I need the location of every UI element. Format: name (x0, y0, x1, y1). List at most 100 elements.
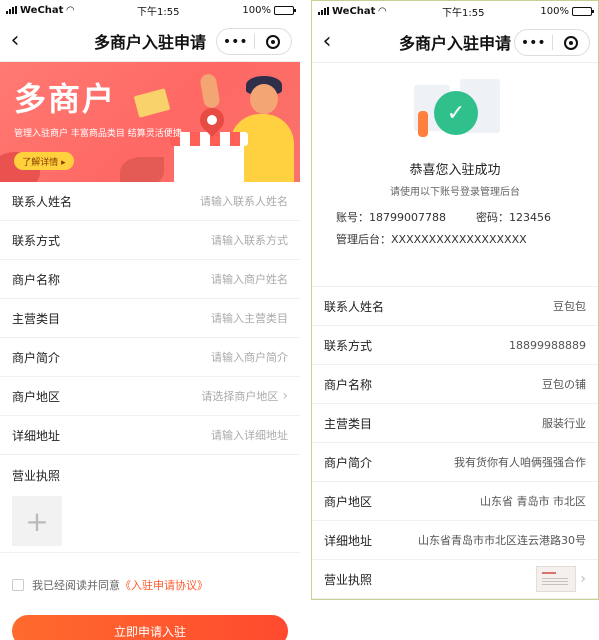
status-bar: WeChat ◠ 下午1:55 100% (0, 0, 300, 20)
carrier-name: WeChat (332, 5, 376, 17)
chevron-right-icon: › (580, 571, 586, 587)
intro-input[interactable]: 请输入商户简介 (211, 349, 288, 365)
nav-bar: ‹ 多商户入驻申请 ••• (0, 20, 300, 62)
info-label: 商户名称 (324, 377, 373, 392)
field-label: 详细地址 (12, 428, 61, 443)
success-check-icon: ✓ (434, 91, 478, 135)
license-thumbnail[interactable] (536, 566, 577, 592)
form-row-category[interactable]: 主营类目 请输入主营类目 (0, 299, 300, 338)
application-form-screen: WeChat ◠ 下午1:55 100% ‹ 多商户入驻申请 ••• 多商户 管… (0, 0, 300, 640)
wifi-icon: ◠ (378, 5, 387, 17)
field-label: 联系人姓名 (12, 194, 73, 209)
status-time: 下午1:55 (137, 6, 180, 18)
account-text: 账号：18799007788 (336, 211, 446, 224)
carrier: WeChat ◠ (318, 6, 386, 17)
success-title: 恭喜您入驻成功 (409, 163, 501, 178)
field-label: 商户名称 (12, 272, 61, 287)
field-label: 营业执照 (12, 469, 61, 483)
more-menu-button[interactable]: ••• (515, 35, 552, 51)
success-screen: WeChat ◠ 下午1:55 100% ‹ 多商户入驻申请 ••• ✓ 恭喜您… (311, 0, 599, 600)
banner-title: 多商户 (14, 80, 117, 118)
agree-checkbox[interactable] (12, 579, 24, 591)
info-row: 商户简介 我有货你有人咱俩强强合作 (312, 443, 598, 482)
success-panel: ✓ 恭喜您入驻成功 请使用以下账号登录管理后台 账号：18799007788 密… (312, 63, 598, 287)
field-label: 主营类目 (12, 311, 61, 326)
learn-more-button[interactable]: 了解详情 ▸ (14, 152, 74, 170)
admin-url-text: 管理后台：XXXXXXXXXXXXXXXXXX (336, 233, 527, 246)
form-row-region[interactable]: 商户地区 请选择商户地区 › (0, 377, 300, 416)
mini-program-capsule: ••• (514, 29, 590, 56)
back-icon[interactable]: ‹ (0, 20, 30, 62)
battery-icon (572, 6, 594, 16)
license-upload-section: 营业执照 + (0, 455, 300, 553)
chevron-right-icon: › (282, 388, 288, 404)
promo-banner: 多商户 管理入驻商户 丰富商品类目 结算灵活便捷 了解详情 ▸ (0, 62, 300, 182)
close-mini-program-icon[interactable] (255, 34, 292, 50)
field-label: 商户地区 (12, 389, 61, 404)
carrier: WeChat ◠ (6, 5, 74, 16)
category-input[interactable]: 请输入主营类目 (211, 310, 288, 326)
status-time: 下午1:55 (442, 7, 485, 19)
info-label: 商户地区 (324, 494, 373, 509)
nav-bar: ‹ 多商户入驻申请 ••• (312, 21, 598, 63)
info-label: 联系人姓名 (324, 299, 385, 314)
field-label: 商户简介 (12, 350, 61, 365)
agreement-row: 我已经阅读并同意 《入驻申请协议》 (0, 565, 300, 605)
field-label: 联系方式 (12, 233, 61, 248)
carrier-name: WeChat (20, 4, 64, 16)
password-text: 密码：123456 (475, 211, 551, 224)
info-value: 山东省青岛市市北区连云港路30号 (418, 534, 586, 547)
battery-percent: 100% (242, 4, 271, 16)
info-label: 营业执照 (324, 572, 373, 587)
info-label: 主营类目 (324, 416, 373, 431)
card-illustration (133, 88, 171, 118)
success-illustration: ✓ (412, 79, 504, 141)
form-row-intro[interactable]: 商户简介 请输入商户简介 (0, 338, 300, 377)
close-mini-program-icon[interactable] (553, 35, 590, 51)
region-select[interactable]: 请选择商户地区 › (201, 388, 288, 404)
contact-name-input[interactable]: 请输入联系人姓名 (200, 193, 288, 209)
more-menu-button[interactable]: ••• (217, 34, 254, 50)
mini-program-capsule: ••• (216, 28, 292, 55)
info-value: 我有货你有人咱俩强强合作 (454, 456, 586, 469)
back-icon[interactable]: ‹ (312, 21, 342, 63)
success-subtitle: 请使用以下账号登录管理后台 (390, 187, 520, 198)
info-value: 豆包包 (553, 300, 586, 313)
agree-text: 我已经阅读并同意 (32, 579, 120, 592)
info-row: 商户地区 山东省 青岛市 市北区 (312, 482, 598, 521)
banner-subtitle: 管理入驻商户 丰富商品类目 结算灵活便捷 (14, 129, 182, 139)
info-row: 联系人姓名 豆包包 (312, 287, 598, 326)
credentials: 账号：18799007788 密码：123456 (336, 209, 551, 225)
battery-percent: 100% (540, 5, 569, 17)
status-bar: WeChat ◠ 下午1:55 100% (312, 1, 598, 21)
info-row: 联系方式 18899988889 (312, 326, 598, 365)
form-row-address[interactable]: 详细地址 请输入详细地址 (0, 416, 300, 455)
signal-icon (318, 7, 329, 15)
submit-button[interactable]: 立即申请入驻 (12, 615, 288, 640)
info-label: 商户简介 (324, 455, 373, 470)
battery-icon (274, 5, 296, 15)
form-row-contact-name[interactable]: 联系人姓名 请输入联系人姓名 (0, 182, 300, 221)
info-row: 主营类目 服装行业 (312, 404, 598, 443)
agreement-link[interactable]: 《入驻申请协议》 (120, 577, 208, 593)
upload-image-button[interactable]: + (12, 496, 62, 546)
form-row-merchant-name[interactable]: 商户名称 请输入商户姓名 (0, 260, 300, 299)
address-input[interactable]: 请输入详细地址 (211, 427, 288, 443)
merchant-name-input[interactable]: 请输入商户姓名 (211, 271, 288, 287)
info-value: 18899988889 (509, 338, 586, 352)
info-row: 详细地址 山东省青岛市市北区连云港路30号 (312, 521, 598, 560)
info-value: 服装行业 (542, 417, 586, 430)
contact-input[interactable]: 请输入联系方式 (211, 232, 288, 248)
info-row: 商户名称 豆包の铺 (312, 365, 598, 404)
info-value: 豆包の铺 (542, 378, 586, 391)
info-row-license[interactable]: 营业执照 › (312, 560, 598, 599)
battery: 100% (540, 5, 594, 17)
region-placeholder: 请选择商户地区 (201, 390, 279, 403)
shop-illustration (174, 142, 244, 182)
info-label: 联系方式 (324, 338, 373, 353)
wifi-icon: ◠ (66, 4, 75, 16)
battery: 100% (242, 4, 296, 16)
info-label: 详细地址 (324, 533, 373, 548)
signal-icon (6, 6, 17, 14)
form-row-contact[interactable]: 联系方式 请输入联系方式 (0, 221, 300, 260)
